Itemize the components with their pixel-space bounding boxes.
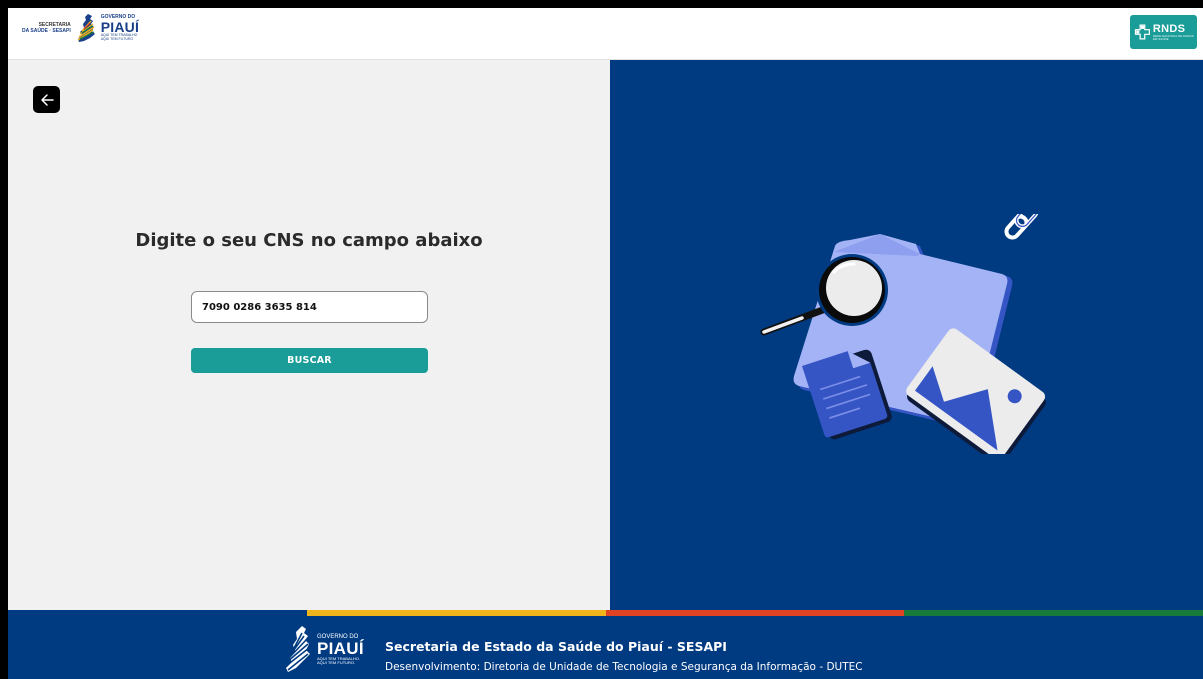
piaui-map-icon [77,14,95,42]
piaui-map-icon [285,626,310,672]
gov-big-text: PIAUÍ [100,19,140,35]
rnds-logo[interactable]: RNDS REDE NACIONAL DE DADOS EM SAÚDE [1130,15,1197,49]
sesapi-line2: DA SAÚDE · SESAPI [22,28,71,34]
gov-words: GOVERNO DO PIAUÍ AQUI TEM TRABALHO AQUI … [101,15,139,41]
chain-link-icon [1004,214,1039,240]
rnds-cross-icon [1134,24,1150,40]
footer-gov-words: GOVERNO DO PIAUÍ AQUI TEM TRABALHO. AQUI… [317,634,364,665]
arrow-left-icon [40,93,54,106]
footer-title: Secretaria de Estado da Saúde do Piauí -… [385,639,727,654]
sesapi-text: SECRETARIA DA SAÚDE · SESAPI [22,22,71,34]
gov-piaui-mark: GOVERNO DO PIAUÍ AQUI TEM TRABALHO AQUI … [76,13,139,43]
illustration-panel [610,60,1203,610]
form-panel: Digite o seu CNS no campo abaixo BUSCAR [8,60,610,610]
page-heading: Digite o seu CNS no campo abaixo [135,230,483,251]
sesapi-logo[interactable]: SECRETARIA DA SAÚDE · SESAPI GOVERNO DO … [22,13,139,43]
gov-slogan-2: AQUI TEM FUTURO [100,36,134,41]
rnds-words: RNDS REDE NACIONAL DE DADOS EM SAÚDE [1152,22,1197,41]
footer-subtitle: Desenvolvimento: Diretoria de Unidade de… [385,661,863,673]
footer-gov-logo[interactable]: GOVERNO DO PIAUÍ AQUI TEM TRABALHO. AQUI… [284,624,364,674]
search-documents-illustration [760,214,1046,454]
footer-gov-big: PIAUÍ [317,638,364,658]
top-header: SECRETARIA DA SAÚDE · SESAPI GOVERNO DO … [8,8,1203,60]
footer-slogan-2: AQUI TEM FUTURO. [317,659,356,665]
rnds-subtitle: REDE NACIONAL DE DADOS EM SAÚDE [1152,33,1194,41]
search-button[interactable]: BUSCAR [191,348,428,373]
rnds-title: RNDS [1152,22,1186,35]
page-footer: GOVERNO DO PIAUÍ AQUI TEM TRABALHO. AQUI… [8,616,1203,679]
cns-input[interactable] [191,291,428,323]
app-frame: SECRETARIA DA SAÚDE · SESAPI GOVERNO DO … [8,8,1203,679]
back-button[interactable] [33,86,60,113]
